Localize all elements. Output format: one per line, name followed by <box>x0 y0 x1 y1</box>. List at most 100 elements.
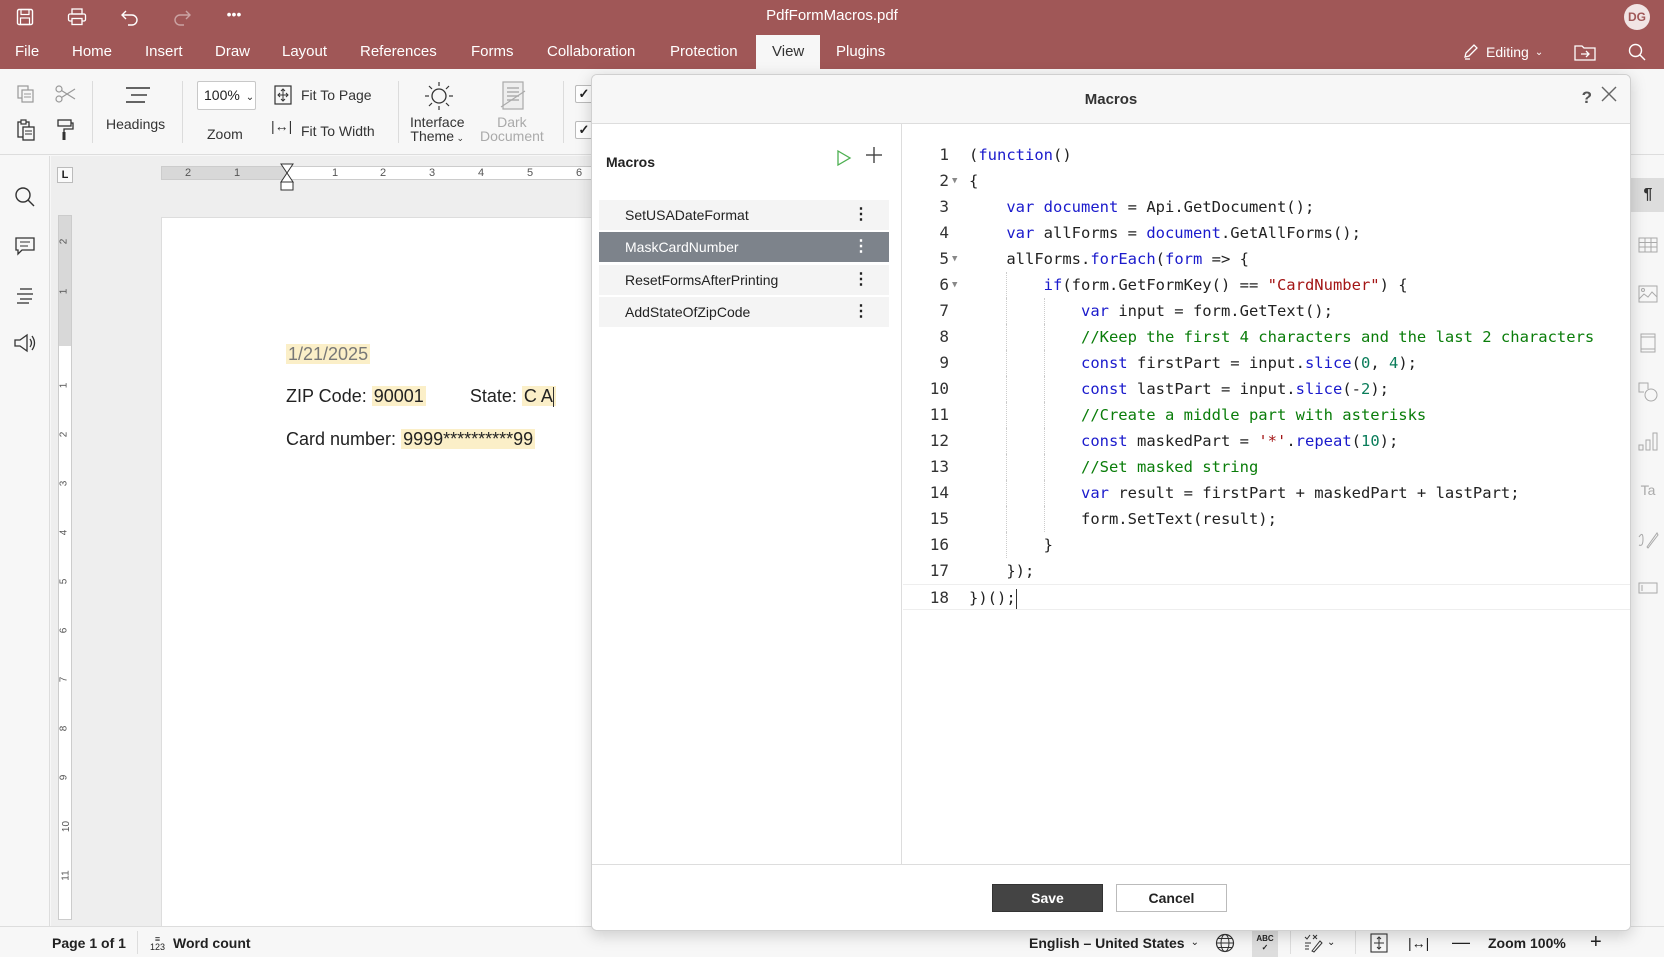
add-macro-icon[interactable] <box>862 146 886 170</box>
dark-document-button[interactable]: Dark Document <box>480 115 544 143</box>
headings-label[interactable]: Headings <box>106 116 165 132</box>
header-footer-settings-icon[interactable] <box>1631 326 1664 360</box>
signature-settings-icon[interactable] <box>1631 522 1664 556</box>
dark-document-icon[interactable] <box>500 81 526 116</box>
code-line[interactable]: 1 (function() <box>903 142 1630 168</box>
chart-settings-icon[interactable] <box>1631 424 1664 458</box>
fold-toggle-icon[interactable]: ▼ <box>952 168 957 194</box>
code-line[interactable]: 11 //Create a middle part with asterisks <box>903 402 1630 428</box>
track-changes-icon[interactable]: ⌄ <box>1303 927 1335 957</box>
fit-to-width-icon[interactable]: |↔| <box>1408 927 1429 957</box>
fit-to-page-icon[interactable] <box>274 85 292 110</box>
macro-item[interactable]: SetUSADateFormat ⋮ <box>599 200 889 230</box>
copy-icon[interactable] <box>16 84 36 109</box>
zoom-level[interactable]: Zoom 100% <box>1488 927 1566 957</box>
run-macro-icon[interactable] <box>835 148 857 170</box>
tab-protection[interactable]: Protection <box>655 35 753 69</box>
macro-item[interactable]: AddStateOfZipCode ⋮ <box>599 297 889 327</box>
globe-icon[interactable] <box>1215 927 1235 957</box>
fit-to-page-button[interactable]: Fit To Page <box>301 87 372 103</box>
vertical-ruler[interactable]: 2 1 1 2 3 4 5 6 7 8 9 10 11 <box>58 215 72 920</box>
word-count-button[interactable]: ≡ 123 Word count <box>150 927 251 957</box>
more-options-icon[interactable]: ⋮ <box>853 301 869 321</box>
tab-collaboration[interactable]: Collaboration <box>532 35 650 69</box>
shape-settings-icon[interactable] <box>1631 375 1664 409</box>
tab-layout[interactable]: Layout <box>267 35 342 69</box>
chevron-down-icon: ⌄ <box>454 133 465 143</box>
speaker-icon[interactable] <box>12 330 38 356</box>
paste-icon[interactable] <box>16 119 36 146</box>
tab-references[interactable]: References <box>345 35 452 69</box>
search-icon[interactable] <box>12 184 38 210</box>
card-number-form-field[interactable]: 9999**********99 <box>401 429 536 449</box>
code-line[interactable]: 12 const maskedPart = '*'.repeat(10); <box>903 428 1630 454</box>
comments-icon[interactable] <box>12 233 38 259</box>
zip-form-field[interactable]: 90001 <box>371 386 426 406</box>
tab-file[interactable]: File <box>0 35 54 69</box>
open-file-location-icon[interactable] <box>1574 35 1596 69</box>
tab-draw[interactable]: Draw <box>200 35 265 69</box>
code-line[interactable]: 17 }); <box>903 558 1630 584</box>
code-line[interactable]: 18})(); <box>903 584 1630 610</box>
code-line[interactable]: 2 ▼ { <box>903 168 1630 194</box>
date-form-field[interactable]: 1/21/2025 <box>286 344 371 364</box>
code-line[interactable]: 5 ▼ allForms.forEach(form => { <box>903 246 1630 272</box>
fit-to-width-button[interactable]: Fit To Width <box>301 123 375 139</box>
tab-home[interactable]: Home <box>57 35 127 69</box>
paragraph-settings-icon[interactable]: ¶ <box>1631 178 1664 212</box>
tab-plugins[interactable]: Plugins <box>821 35 900 69</box>
zoom-in-button[interactable]: + <box>1590 927 1602 957</box>
horizontal-ruler[interactable]: 2 1 1 2 3 4 5 6 <box>161 163 601 191</box>
headings-icon[interactable] <box>125 86 151 111</box>
code-line[interactable]: 8 //Keep the first 4 characters and the … <box>903 324 1630 350</box>
tab-insert[interactable]: Insert <box>130 35 198 69</box>
save-button[interactable]: Save <box>992 884 1103 912</box>
language-select[interactable]: English – United States ⌄ <box>1029 927 1199 957</box>
spell-check-icon[interactable]: ABC ✓ <box>1252 927 1278 957</box>
fold-toggle-icon[interactable]: ▼ <box>952 272 957 298</box>
format-painter-icon[interactable] <box>56 119 74 146</box>
tab-stop-selector[interactable]: L <box>57 167 73 183</box>
code-line[interactable]: 14 var result = firstPart + maskedPart +… <box>903 480 1630 506</box>
code-line[interactable]: 10 const lastPart = input.slice(-2); <box>903 376 1630 402</box>
more-options-icon[interactable]: ⋮ <box>853 236 869 256</box>
help-button[interactable]: ? <box>1582 88 1592 108</box>
zoom-select[interactable]: 100% ⌄ <box>197 81 256 110</box>
line-number: 9 <box>939 353 949 372</box>
code-line[interactable]: 6 ▼ if(form.GetFormKey() == "CardNumber")… <box>903 272 1630 298</box>
cancel-button[interactable]: Cancel <box>1116 884 1227 912</box>
tab-view[interactable]: View <box>756 35 821 69</box>
sun-icon[interactable] <box>422 81 456 116</box>
code-line[interactable]: 4 var allForms = document.GetAllForms(); <box>903 220 1630 246</box>
code-line[interactable]: 9 const firstPart = input.slice(0, 4); <box>903 350 1630 376</box>
search-icon[interactable] <box>1628 35 1646 69</box>
code-editor[interactable]: 1 (function() 2 ▼{3 var document = Api.GetD… <box>903 124 1630 864</box>
code-line[interactable]: 3 var document = Api.GetDocument(); <box>903 194 1630 220</box>
tab-forms[interactable]: Forms <box>456 35 529 69</box>
more-options-icon[interactable]: ⋮ <box>853 204 869 224</box>
fold-toggle-icon[interactable]: ▼ <box>952 246 957 272</box>
macro-item-selected[interactable]: MaskCardNumber ⋮ <box>599 232 889 262</box>
fit-to-width-icon[interactable]: |↔| <box>271 118 292 134</box>
more-options-icon[interactable]: ⋮ <box>853 269 869 289</box>
fit-to-page-icon[interactable] <box>1370 927 1388 957</box>
code-line[interactable]: 13 //Set masked string <box>903 454 1630 480</box>
cut-icon[interactable] <box>55 84 77 109</box>
table-settings-icon[interactable] <box>1631 228 1664 262</box>
form-settings-icon[interactable] <box>1631 571 1664 605</box>
code-line[interactable]: 16 } <box>903 532 1630 558</box>
indent-marker[interactable] <box>280 163 294 194</box>
code-line[interactable]: 15 form.SetText(result); <box>903 506 1630 532</box>
editing-mode-button[interactable]: Editing ⌄ <box>1462 35 1543 69</box>
state-form-field[interactable]: C A <box>521 386 556 408</box>
macro-item[interactable]: ResetFormsAfterPrinting ⋮ <box>599 265 889 295</box>
text-art-settings-icon[interactable]: Ta <box>1631 473 1664 507</box>
avatar[interactable]: DG <box>1624 4 1650 30</box>
image-settings-icon[interactable] <box>1631 277 1664 311</box>
document-page[interactable]: 1/21/2025 ZIP Code: 90001 State: C A Car… <box>161 217 601 926</box>
interface-theme-button[interactable]: Interface Theme ⌄ <box>410 115 464 145</box>
close-icon[interactable] <box>1600 85 1618 107</box>
zoom-out-button[interactable]: — <box>1452 927 1470 957</box>
headings-navigation-icon[interactable] <box>12 282 38 308</box>
code-line[interactable]: 7 var input = form.GetText(); <box>903 298 1630 324</box>
